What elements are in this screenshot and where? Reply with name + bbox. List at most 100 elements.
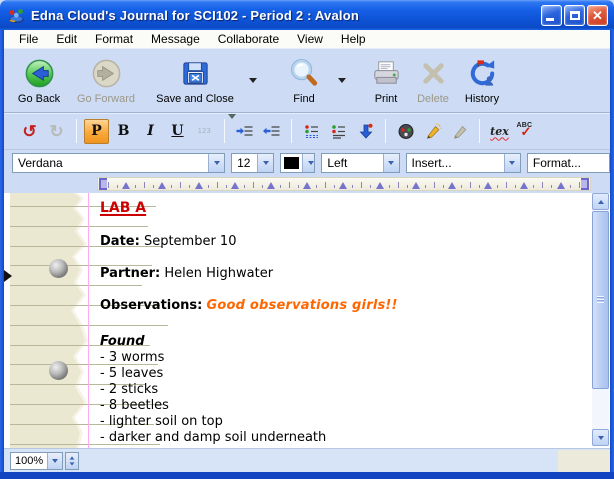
ruler-left-margin-marker[interactable] [99, 178, 107, 190]
dropdown-arrow-icon [257, 154, 273, 172]
bullet-list-button[interactable] [299, 119, 324, 144]
ruler-tick [542, 182, 543, 188]
alignment-select[interactable]: Left [321, 153, 399, 173]
tab-stop-icon[interactable] [484, 182, 492, 189]
draw-pen-button [447, 119, 472, 144]
scroll-up-button[interactable] [592, 193, 609, 210]
ruler-tick [117, 185, 118, 188]
tab-stop-icon[interactable] [303, 182, 311, 189]
tab-stop-icon[interactable] [158, 182, 166, 189]
observations-value: Good observations girls!! [207, 298, 398, 313]
highlighter-button[interactable] [420, 119, 445, 144]
save-and-close-dropdown[interactable] [244, 62, 261, 99]
observations-line: Observations: Good observations girls!! [100, 298, 398, 313]
menu-item-message[interactable]: Message [142, 32, 209, 46]
tab-stop-icon[interactable] [376, 182, 384, 189]
menu-item-format[interactable]: Format [86, 32, 142, 46]
color-wheel-button[interactable] [393, 119, 418, 144]
find-button[interactable]: Find [275, 55, 333, 105]
tab-stop-icon[interactable] [195, 182, 203, 189]
insert-below-button[interactable] [353, 119, 378, 144]
minimize-button[interactable] [541, 5, 562, 26]
find-dropdown[interactable] [333, 62, 350, 99]
date-value: September 10 [144, 234, 237, 249]
text-style-button[interactable]: tex [487, 119, 512, 144]
bold-button[interactable]: B [111, 119, 136, 144]
chevron-down-icon [249, 78, 257, 83]
font-size-select[interactable]: 12 [231, 153, 274, 173]
tab-stop-icon[interactable] [520, 182, 528, 189]
line-spacing-button[interactable] [326, 119, 351, 144]
tab-stop-icon[interactable] [412, 182, 420, 189]
scroll-down-button[interactable] [592, 429, 609, 446]
underline-button[interactable]: U [165, 119, 190, 144]
go-back-button[interactable]: Go Back [12, 55, 66, 105]
format-value: Format... [528, 156, 609, 170]
tab-stop-icon[interactable] [267, 182, 275, 189]
format-select[interactable]: Format... [527, 153, 610, 173]
spell-check-icon: ABC ✓ [517, 122, 537, 140]
title-bar[interactable]: Edna Cloud's Journal for SCI102 - Period… [0, 0, 614, 30]
font-family-select[interactable]: Verdana [12, 153, 225, 173]
toolbar-grip-icon [228, 114, 236, 119]
ruler-tick [515, 185, 516, 188]
scroll-thumb[interactable] [592, 211, 609, 389]
tab-stop-icon[interactable] [339, 182, 347, 189]
paper-torn-edge [10, 193, 86, 448]
list-item: - 8 beetles [100, 398, 169, 413]
plain-text-button[interactable]: P [84, 119, 109, 144]
vertical-scrollbar[interactable] [592, 193, 609, 446]
print-icon [370, 55, 403, 92]
tab-stop-icon[interactable] [231, 182, 239, 189]
history-button[interactable]: History [456, 55, 508, 105]
menu-item-file[interactable]: File [10, 32, 47, 46]
menu-item-help[interactable]: Help [332, 32, 375, 46]
ruler-tick [253, 182, 254, 188]
application-window: { "window": { "title": "Edna Cloud's Jou… [0, 0, 614, 479]
ruler-tick [217, 182, 218, 188]
insert-select[interactable]: Insert... [406, 153, 521, 173]
menu-item-edit[interactable]: Edit [47, 32, 86, 46]
tab-stop-icon[interactable] [448, 182, 456, 189]
menu-bar: File Edit Format Message Collaborate Vie… [4, 30, 610, 48]
notebook-rule-line [10, 226, 148, 227]
resize-corner[interactable] [558, 450, 610, 472]
menu-item-view[interactable]: View [288, 32, 332, 46]
undo-button[interactable]: ↺ [17, 119, 42, 144]
indent-button[interactable] [232, 119, 257, 144]
ruler-tick [551, 185, 552, 188]
chevron-down-icon [598, 436, 604, 440]
ruler-tick [226, 185, 227, 188]
find-label: Find [293, 93, 314, 105]
italic-button[interactable]: I [138, 119, 163, 144]
dropdown-arrow-icon [208, 154, 224, 172]
print-button[interactable]: Print [362, 55, 410, 105]
zoom-dropdown-button[interactable] [47, 453, 62, 469]
plain-text-icon: P [91, 123, 102, 139]
zoom-combo[interactable]: 100% [10, 452, 63, 470]
zoom-spinner[interactable] [65, 452, 79, 470]
journal-page[interactable]: LAB A Date: September 10 Partner: Helen … [4, 193, 610, 448]
cursor-position-marker [4, 270, 12, 282]
spell-check-button[interactable]: ABC ✓ [514, 119, 539, 144]
ruler-tick [244, 185, 245, 188]
font-color-select[interactable] [280, 153, 315, 173]
tab-stop-icon[interactable] [557, 182, 565, 189]
save-and-close-button[interactable]: Save and Close [146, 55, 244, 105]
ruler-tick [325, 182, 326, 188]
scroll-grip-icon [597, 296, 604, 303]
outdent-button[interactable] [259, 119, 284, 144]
menu-item-collaborate[interactable]: Collaborate [209, 32, 288, 46]
maximize-icon [570, 11, 580, 20]
bold-icon: B [118, 123, 130, 139]
ruler-tick [334, 185, 335, 188]
ruler-right-margin-marker[interactable] [581, 178, 589, 190]
date-line: Date: September 10 [100, 234, 236, 249]
delete-icon [417, 55, 450, 92]
margin-line [88, 193, 89, 448]
maximize-button[interactable] [564, 5, 585, 26]
close-button[interactable]: ✕ [587, 5, 608, 26]
separator [479, 119, 480, 143]
find-icon [288, 55, 321, 92]
tab-stop-icon[interactable] [122, 182, 130, 189]
